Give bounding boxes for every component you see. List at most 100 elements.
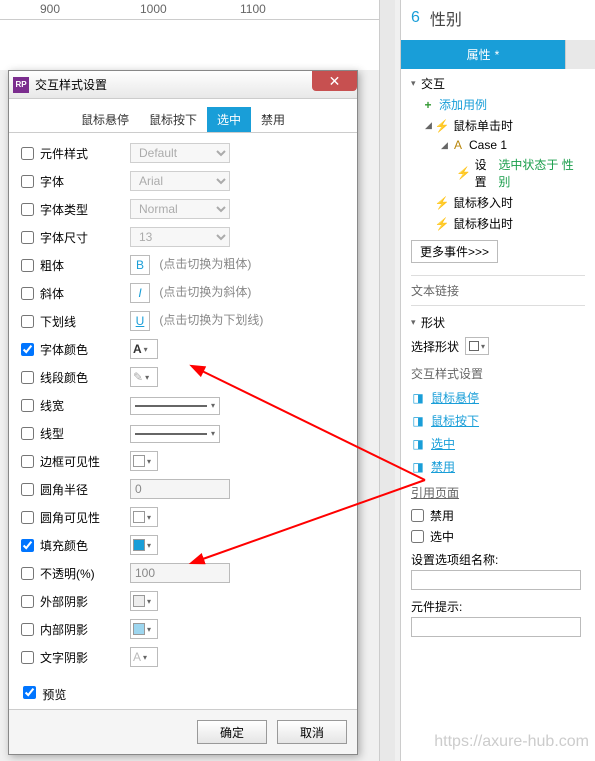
select-font-size[interactable]: 13 xyxy=(130,227,230,247)
checkbox-underline[interactable] xyxy=(21,315,34,328)
cancel-button[interactable]: 取消 xyxy=(277,720,347,744)
label-option-group: 设置选项组名称: xyxy=(411,551,585,568)
dialog-titlebar[interactable]: RP 交互样式设置 ✕ xyxy=(9,71,357,99)
checkbox-fill-color[interactable] xyxy=(21,539,34,552)
dropdown-arrow-icon: ▾ xyxy=(144,345,148,354)
checkbox-opacity[interactable] xyxy=(21,567,34,580)
section-toggle-interaction[interactable]: ▾ 交互 xyxy=(411,73,585,94)
add-case-button[interactable]: + 添加用例 xyxy=(411,94,585,115)
checkbox-widget-disabled[interactable] xyxy=(411,509,424,522)
line-width-picker[interactable]: ▾ xyxy=(130,397,220,415)
checkbox-inner-shadow[interactable] xyxy=(21,623,34,636)
dialog-title: 交互样式设置 xyxy=(35,76,107,93)
select-font-type[interactable]: Normal xyxy=(130,199,230,219)
event-mouseleave[interactable]: ⚡ 鼠标移出时 xyxy=(411,213,585,234)
input-option-group[interactable] xyxy=(411,570,581,590)
ix-link-selected[interactable]: ◨ 选中 xyxy=(411,432,585,455)
divider xyxy=(411,275,585,276)
input-opacity[interactable] xyxy=(130,563,230,583)
checkbox-widget-style[interactable] xyxy=(21,147,34,160)
inspector-header: 6 性别 xyxy=(401,0,595,40)
checkbox-preview[interactable] xyxy=(23,686,36,699)
canvas-area[interactable] xyxy=(0,20,395,70)
tab-mousedown[interactable]: 鼠标按下 xyxy=(139,107,207,132)
font-color-glyph: A xyxy=(133,342,142,356)
ruler-mark: 900 xyxy=(40,2,60,16)
shape-picker[interactable]: ▾ xyxy=(465,337,489,355)
row-option-group: 设置选项组名称: xyxy=(411,547,585,594)
tab-hover[interactable]: 鼠标悬停 xyxy=(71,107,139,132)
plus-icon: + xyxy=(421,99,435,111)
ix-link-hover[interactable]: ◨ 鼠标悬停 xyxy=(411,386,585,409)
event-onclick[interactable]: ◢ ⚡ 鼠标单击时 xyxy=(411,115,585,136)
ix-link-mousedown[interactable]: ◨ 鼠标按下 xyxy=(411,409,585,432)
tab-properties[interactable]: 属性* xyxy=(401,40,565,69)
canvas-ruler: 900 1000 1100 xyxy=(0,0,395,20)
fill-color-picker[interactable]: ▾ xyxy=(130,535,158,555)
vertical-scrollbar[interactable] xyxy=(379,0,395,761)
checkbox-border-vis[interactable] xyxy=(21,455,34,468)
select-font[interactable]: Arial xyxy=(130,171,230,191)
underline-toggle-icon[interactable]: U xyxy=(130,311,150,331)
cursor-icon: ◨ xyxy=(411,392,425,404)
italic-toggle-icon[interactable]: I xyxy=(130,283,150,303)
corner-vis-picker[interactable]: ▾ xyxy=(130,507,158,527)
checkbox-line-color[interactable] xyxy=(21,371,34,384)
ix-link-label: 禁用 xyxy=(431,458,455,475)
tab-disabled[interactable]: 禁用 xyxy=(251,107,295,132)
chevron-down-icon: ▾ xyxy=(411,78,421,89)
section-toggle-shape[interactable]: ▾ 形状 xyxy=(411,312,585,333)
line-color-picker[interactable]: ✎ ▾ xyxy=(130,367,158,387)
row-border-visibility: 边框可见性 ▾ xyxy=(19,447,347,475)
dropdown-arrow-icon: ▾ xyxy=(147,625,151,634)
tab-selected[interactable]: 选中 xyxy=(207,107,251,132)
line-style-picker[interactable]: ▾ xyxy=(130,425,220,443)
dropdown-arrow-icon: ▾ xyxy=(481,342,485,351)
checkbox-font-color[interactable] xyxy=(21,343,34,356)
bold-toggle-icon[interactable]: B xyxy=(130,255,150,275)
case-label: Case 1 xyxy=(469,138,507,152)
dropdown-arrow-icon: ▾ xyxy=(147,541,151,550)
border-vis-picker[interactable]: ▾ xyxy=(130,451,158,471)
checkbox-line-style[interactable] xyxy=(21,427,34,440)
add-case-label: 添加用例 xyxy=(439,96,487,113)
outer-shadow-picker[interactable]: ▾ xyxy=(130,591,158,611)
checkbox-italic[interactable] xyxy=(21,287,34,300)
close-button[interactable]: ✕ xyxy=(312,71,357,91)
case-row[interactable]: ◢ A Case 1 xyxy=(411,136,585,154)
text-shadow-picker[interactable]: A▾ xyxy=(130,647,158,667)
more-events-button[interactable]: 更多事件>>> xyxy=(411,240,498,263)
inner-shadow-picker[interactable]: ▾ xyxy=(130,619,158,639)
event-mouseenter[interactable]: ⚡ 鼠标移入时 xyxy=(411,192,585,213)
select-widget-style[interactable]: Default xyxy=(130,143,230,163)
checkbox-corner-radius[interactable] xyxy=(21,483,34,496)
label-font-type: 字体类型 xyxy=(40,201,130,218)
section-label: 交互 xyxy=(421,75,445,92)
label-corner-radius: 圆角半径 xyxy=(40,481,130,498)
checkbox-widget-selected[interactable] xyxy=(411,530,424,543)
action-target: 选中状态于 性别 xyxy=(498,156,585,190)
row-font-size: 字体尺寸 13 xyxy=(19,223,347,251)
tab-other[interactable] xyxy=(565,40,595,69)
label-corner-vis: 圆角可见性 xyxy=(40,509,130,526)
checkbox-corner-vis[interactable] xyxy=(21,511,34,524)
checkbox-outer-shadow[interactable] xyxy=(21,595,34,608)
action-row[interactable]: ⚡ 设置 选中状态于 性别 xyxy=(411,154,585,192)
input-tooltip[interactable] xyxy=(411,617,581,637)
ok-button[interactable]: 确定 xyxy=(197,720,267,744)
checkbox-bold[interactable] xyxy=(21,259,34,272)
dropdown-arrow-icon: ▾ xyxy=(211,429,215,438)
checkbox-line-width[interactable] xyxy=(21,399,34,412)
checkbox-font-size[interactable] xyxy=(21,231,34,244)
checkbox-font[interactable] xyxy=(21,175,34,188)
font-color-picker[interactable]: A ▾ xyxy=(130,339,158,359)
input-corner-radius[interactable] xyxy=(130,479,230,499)
label-font-color: 字体颜色 xyxy=(40,341,130,358)
ix-link-disabled[interactable]: ◨ 禁用 xyxy=(411,455,585,478)
text-shadow-glyph: A xyxy=(133,650,141,664)
square-icon xyxy=(469,341,479,351)
ref-page-link[interactable]: 引用页面 xyxy=(411,484,585,501)
checkbox-font-type[interactable] xyxy=(21,203,34,216)
case-icon: A xyxy=(451,139,465,151)
checkbox-text-shadow[interactable] xyxy=(21,651,34,664)
